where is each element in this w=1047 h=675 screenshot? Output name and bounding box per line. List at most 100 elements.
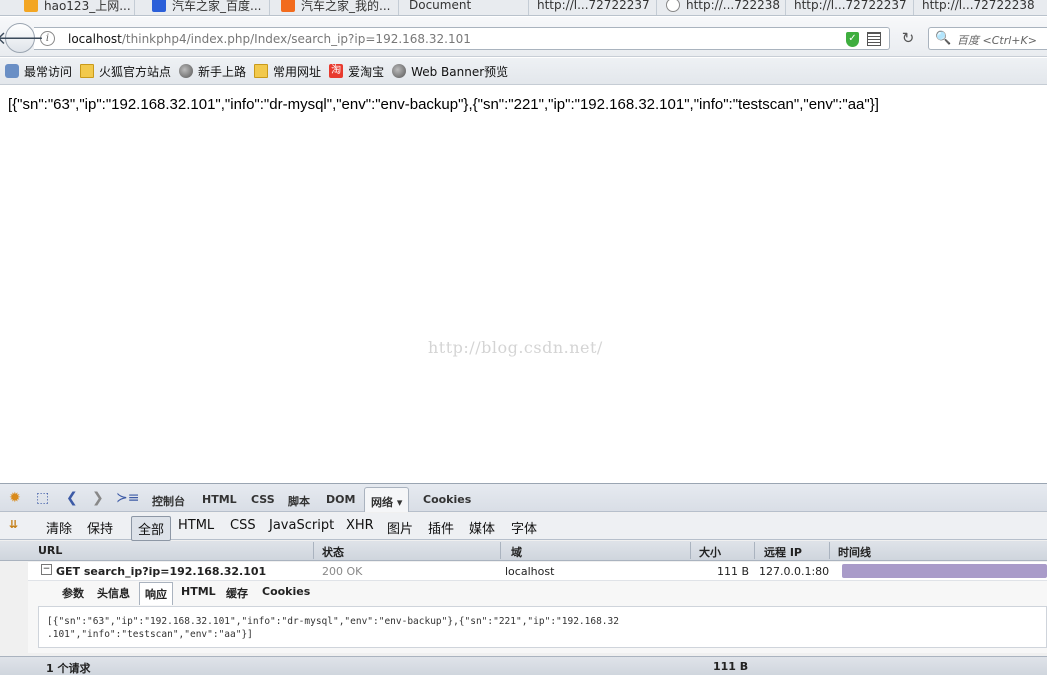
column-timeline[interactable]: 时间线 (838, 544, 871, 560)
url-bar[interactable]: i localhost/thinkphp4/index.php/Index/se… (34, 27, 890, 50)
baidu-paw-icon (152, 0, 166, 12)
bookmark-item[interactable]: 淘 爱淘宝 (329, 63, 384, 80)
filter-javascript[interactable]: JavaScript (269, 518, 334, 533)
network-status-bar: 1 个请求 111 B (0, 656, 1047, 675)
request-size: 111 B (717, 565, 750, 578)
command-line-icon[interactable]: ≻≡ (116, 490, 139, 506)
inspect-icon[interactable]: ⬚ (36, 490, 49, 506)
back-button[interactable]: 🡐 (0, 23, 44, 53)
search-icon[interactable]: 🔍 (935, 31, 951, 46)
filter-fonts[interactable]: 字体 (511, 518, 537, 537)
tab-dom[interactable]: DOM (326, 493, 355, 506)
request-remote-ip: 127.0.0.1:80 (759, 565, 830, 578)
url-host: localhost (68, 32, 122, 46)
reload-button[interactable]: ↻ (897, 29, 919, 48)
reload-icon: ↻ (901, 29, 915, 47)
filter-media[interactable]: 媒体 (469, 518, 495, 537)
collapse-icon[interactable]: − (41, 564, 52, 575)
tab-label: hao123_上网... (44, 0, 131, 13)
tab-label: http://l...72722237 (794, 0, 907, 12)
filter-plugins[interactable]: 插件 (428, 518, 454, 537)
bookmark-item[interactable]: 常用网址 (254, 63, 321, 80)
folder-icon (80, 64, 95, 78)
column-domain[interactable]: 域 (511, 544, 522, 560)
cloud-icon (666, 0, 680, 12)
hao123-icon (24, 0, 38, 12)
qr-code-icon[interactable] (867, 32, 881, 46)
response-text: [{"sn":"63","ip":"192.168.32.101","info"… (47, 615, 619, 641)
detail-tab-headers[interactable]: 头信息 (97, 585, 130, 601)
bookmark-item[interactable]: 火狐官方站点 (80, 63, 171, 80)
browser-tab[interactable]: http://l...72722237 (788, 0, 914, 15)
filter-xhr[interactable]: XHR (346, 518, 374, 533)
detail-tab-cookies[interactable]: Cookies (262, 585, 310, 598)
response-body: [{"sn":"63","ip":"192.168.32.101","info"… (38, 606, 1047, 648)
browser-tab[interactable]: 汽车之家_百度... (146, 0, 270, 15)
firebug-bug-icon[interactable]: ✹ (9, 490, 21, 506)
firebug-toolbar: ✹ ⬚ ❮ ❯ ≻≡ 控制台 HTML CSS 脚本 DOM 网络 ▾ Cook… (0, 484, 1047, 512)
taobao-icon: 淘 (329, 64, 344, 78)
json-output: [{"sn":"63","ip":"192.168.32.101","info"… (8, 96, 879, 113)
tab-html[interactable]: HTML (202, 493, 237, 506)
clear-button[interactable]: 清除 (46, 518, 72, 537)
browser-tab[interactable]: http://l...72722238 (916, 0, 1047, 15)
tab-network[interactable]: 网络 ▾ (364, 487, 410, 512)
column-size[interactable]: 大小 (699, 544, 721, 560)
tab-label: http://l...72722238 (922, 0, 1035, 12)
filter-all[interactable]: 全部 (131, 516, 172, 541)
tab-strip: hao123_上网... 汽车之家_百度... 汽车之家_我的... Docum… (0, 0, 1047, 16)
response-line: .101","info":"testscan","env":"aa"}] (47, 629, 253, 640)
forward-icon[interactable]: ❯ (92, 490, 104, 506)
detail-tab-cache[interactable]: 缓存 (226, 585, 248, 601)
tab-console[interactable]: 控制台 (152, 493, 185, 509)
persist-button[interactable]: 保持 (87, 518, 113, 537)
tab-label: http://l...72722237 (537, 0, 650, 12)
column-remote-ip[interactable]: 远程 IP (764, 544, 802, 560)
back-icon[interactable]: ❮ (66, 490, 78, 506)
browser-tab[interactable]: http://...722238 (660, 0, 786, 15)
filter-html[interactable]: HTML (178, 518, 214, 533)
firebug-panel: ✹ ⬚ ❮ ❯ ≻≡ 控制台 HTML CSS 脚本 DOM 网络 ▾ Cook… (0, 483, 1047, 675)
bookmark-label: 火狐官方站点 (99, 64, 172, 79)
request-count: 1 个请求 (46, 662, 91, 675)
tab-script[interactable]: 脚本 (288, 493, 310, 509)
browser-tab[interactable]: hao123_上网... (18, 0, 135, 15)
request-domain: localhost (505, 565, 555, 578)
detail-tab-params[interactable]: 参数 (62, 585, 84, 601)
column-divider[interactable] (500, 542, 501, 559)
browser-tab[interactable]: Document (403, 0, 529, 15)
bookmark-item[interactable]: 最常访问 (5, 63, 72, 80)
total-size: 111 B (713, 660, 749, 673)
search-bar[interactable]: 🔍 百度 <Ctrl+K> (928, 27, 1047, 50)
tab-label: 汽车之家_百度... (172, 0, 262, 13)
shield-icon[interactable]: ✓ (846, 32, 859, 47)
column-divider[interactable] (829, 542, 830, 559)
filter-images[interactable]: 图片 (387, 518, 413, 537)
globe-icon (179, 64, 194, 78)
request-row[interactable]: − GET search_ip?ip=192.168.32.101 200 OK… (28, 562, 1047, 581)
visited-icon (5, 64, 19, 78)
url-path: /thinkphp4/index.php/Index/search_ip?ip=… (121, 32, 471, 46)
filter-css[interactable]: CSS (230, 518, 256, 533)
column-status[interactable]: 状态 (322, 544, 344, 560)
tab-label: http://...722238 (686, 0, 781, 12)
xhr-icon[interactable]: ⇊ (9, 518, 18, 531)
column-divider[interactable] (313, 542, 314, 559)
tab-label: Document (409, 0, 472, 12)
detail-tab-html[interactable]: HTML (181, 585, 216, 598)
tab-label: 汽车之家_我的... (301, 0, 391, 13)
url-text[interactable]: localhost/thinkphp4/index.php/Index/sear… (68, 32, 471, 46)
page-content: [{"sn":"63","ip":"192.168.32.101","info"… (0, 86, 1047, 482)
tab-cookies[interactable]: Cookies (423, 493, 471, 506)
bookmark-item[interactable]: Web Banner预览 (392, 63, 508, 80)
column-url[interactable]: URL (38, 544, 62, 557)
browser-tab[interactable]: http://l...72722237 (531, 0, 657, 15)
autohome-icon (281, 0, 295, 12)
browser-tab[interactable]: 汽车之家_我的... (275, 0, 399, 15)
column-divider[interactable] (690, 542, 691, 559)
tab-css[interactable]: CSS (251, 493, 275, 506)
detail-tab-response[interactable]: 响应 (139, 582, 173, 605)
bookmark-item[interactable]: 新手上路 (179, 63, 246, 80)
column-divider[interactable] (754, 542, 755, 559)
bookmark-label: 新手上路 (198, 64, 247, 79)
